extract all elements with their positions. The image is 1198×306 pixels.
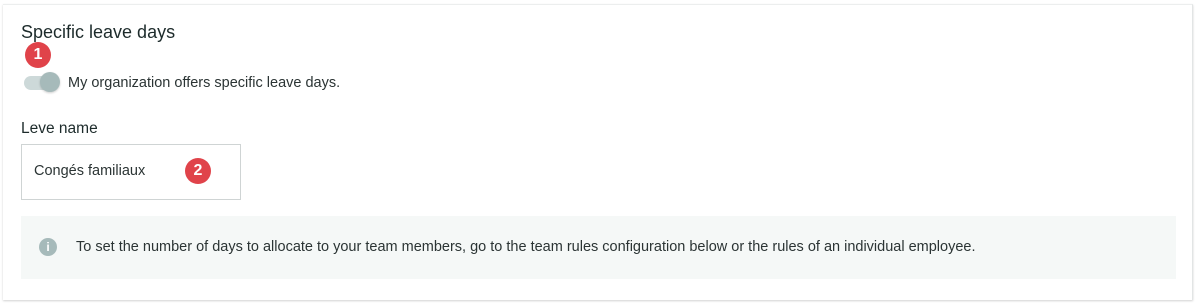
- section-title: Specific leave days: [21, 22, 176, 42]
- toggle-label: My organization offers specific leave da…: [68, 75, 341, 91]
- leave-name-label: Leve name: [21, 120, 98, 137]
- info-banner: i To set the number of days to allocate …: [21, 216, 1176, 279]
- info-circle-icon: i: [39, 238, 57, 256]
- info-text: To set the number of days to allocate to…: [76, 239, 976, 255]
- specific-leave-days-card: Specific leave days My organization offe…: [3, 4, 1193, 300]
- leave-name-input[interactable]: [34, 163, 184, 179]
- annotation-badge-1: 1: [25, 42, 51, 68]
- toggle-thumb: [40, 72, 60, 92]
- specific-leave-toggle[interactable]: [22, 70, 60, 94]
- annotation-badge-2: 2: [185, 158, 211, 184]
